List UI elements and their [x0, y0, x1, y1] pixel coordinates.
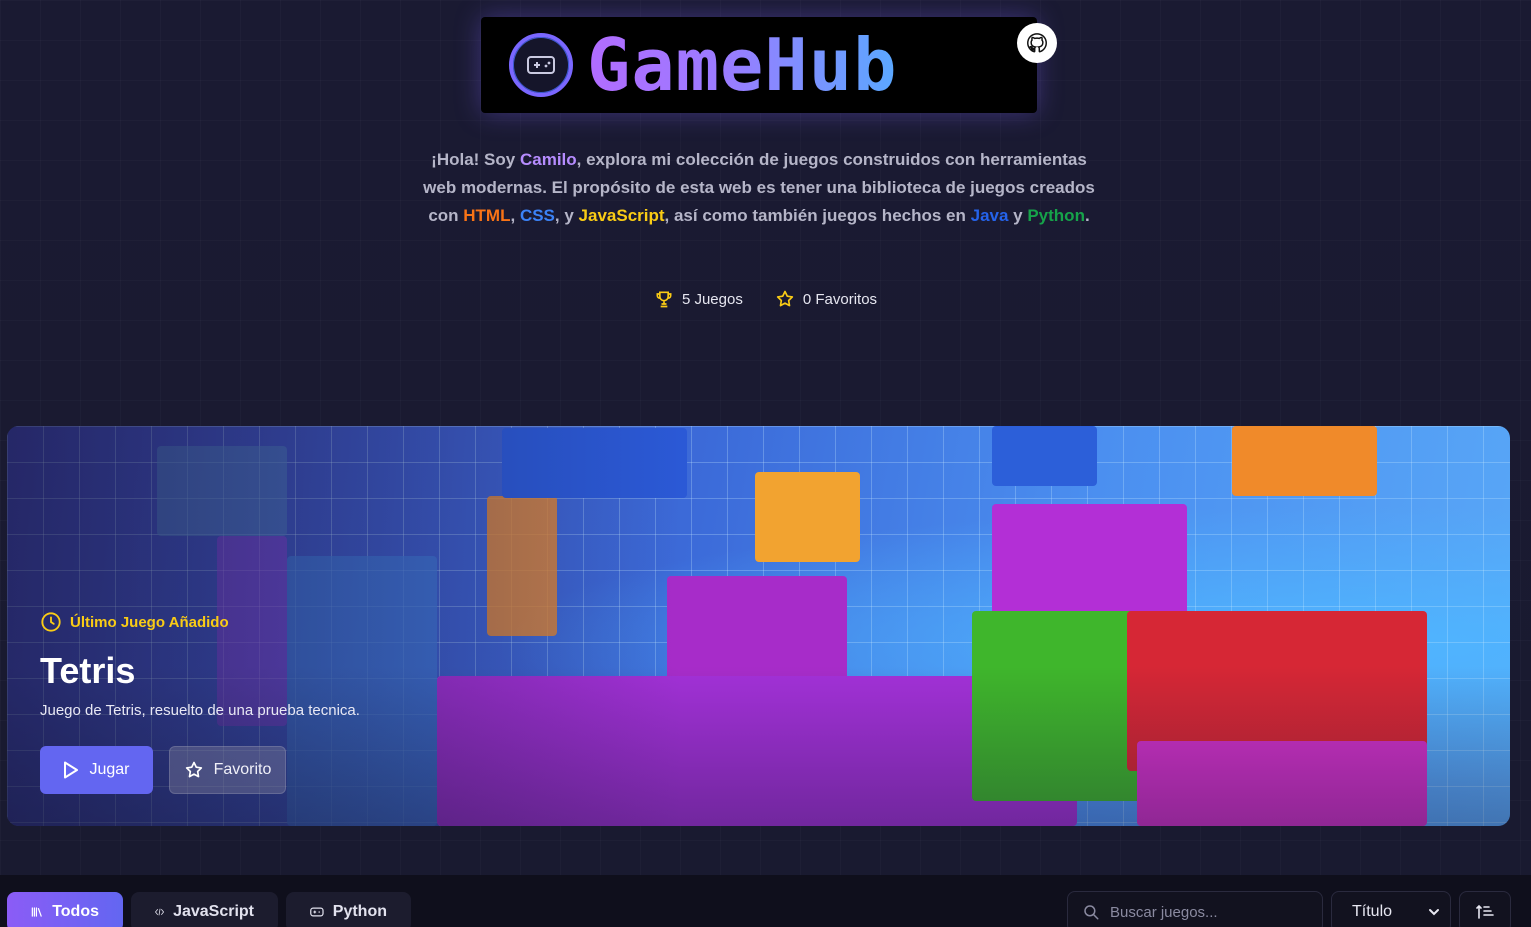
site-title: GameHub: [587, 23, 898, 107]
site-logo[interactable]: GameHub: [481, 17, 1037, 113]
star-icon: [185, 761, 202, 778]
search-placeholder: Buscar juegos...: [1110, 903, 1218, 921]
filter-toolbar: Todos JavaScript Python Buscar juegos...…: [0, 875, 1531, 927]
chevron-down-icon: [1429, 909, 1439, 916]
author-name: Camilo: [519, 150, 577, 169]
star-icon: [776, 290, 794, 307]
featured-game-banner[interactable]: Último Juego Añadido Tetris Juego de Tet…: [7, 426, 1510, 826]
play-button[interactable]: Jugar: [40, 746, 153, 794]
stats-bar: 5 Juegos 0 Favoritos: [0, 289, 1531, 309]
gamepad-icon: [509, 33, 573, 97]
games-count: 5 Juegos: [654, 289, 743, 309]
sort-order-button[interactable]: [1459, 891, 1511, 927]
tab-python[interactable]: Python: [286, 892, 411, 927]
trophy-icon: [656, 291, 672, 308]
sort-select[interactable]: Título: [1331, 891, 1451, 927]
play-icon: [64, 761, 79, 779]
github-icon: [1027, 33, 1047, 53]
tech-css: CSS: [519, 206, 555, 225]
tech-javascript: JavaScript: [578, 206, 665, 225]
search-input[interactable]: Buscar juegos...: [1067, 891, 1323, 927]
favorites-count: 0 Favoritos: [775, 289, 877, 309]
tab-javascript[interactable]: JavaScript: [131, 892, 278, 927]
tech-java: Java: [970, 206, 1009, 225]
tab-todos[interactable]: Todos: [7, 892, 123, 927]
favorite-button[interactable]: Favorito: [169, 746, 286, 794]
tech-html: HTML: [463, 206, 511, 225]
featured-game-description: Juego de Tetris, resuelto de una prueba …: [40, 702, 360, 719]
code-icon: [155, 908, 165, 916]
search-icon: [1084, 905, 1099, 920]
sort-selected-value: Título: [1352, 903, 1393, 920]
clock-icon: [41, 612, 61, 632]
tech-python: Python: [1027, 206, 1085, 225]
intro-text: ¡Hola! Soy Camilo, explora mi colección …: [423, 150, 1095, 225]
sort-ascending-icon: [1476, 904, 1494, 919]
library-icon: [31, 907, 42, 917]
featured-game-title: Tetris: [40, 650, 136, 691]
gamepad-icon: [310, 907, 324, 917]
github-link[interactable]: [1017, 23, 1057, 63]
latest-game-badge: Último Juego Añadido: [40, 611, 229, 633]
